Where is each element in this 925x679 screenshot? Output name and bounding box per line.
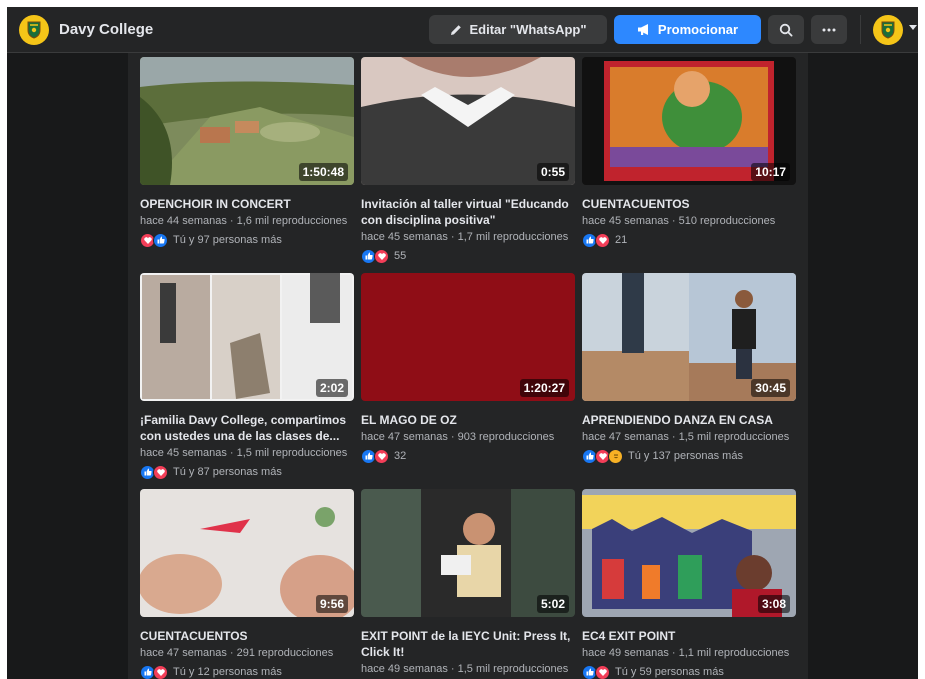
- video-title[interactable]: CUENTACUENTOS: [140, 628, 354, 644]
- video-card[interactable]: 9:56 CUENTACUENTOS hace 47 semanas · 291…: [140, 489, 354, 679]
- reaction-summary[interactable]: Tú y 12 personas más: [140, 663, 354, 679]
- video-duration: 1:50:48: [298, 163, 348, 181]
- video-thumbnail[interactable]: 5:02: [361, 489, 575, 617]
- more-options-button[interactable]: [811, 15, 847, 44]
- love-icon: [595, 232, 610, 248]
- megaphone-icon: [637, 24, 648, 35]
- video-card[interactable]: 1:50:48 OPENCHOIR IN CONCERT hace 44 sem…: [140, 57, 354, 249]
- header-divider: [860, 15, 861, 44]
- reaction-summary[interactable]: 21: [582, 231, 796, 249]
- pencil-icon: [451, 24, 462, 35]
- video-grid: 1:50:48 OPENCHOIR IN CONCERT hace 44 sem…: [128, 53, 808, 679]
- video-title[interactable]: EC4 EXIT POINT: [582, 628, 796, 644]
- care-icon: [608, 448, 623, 464]
- love-icon: [153, 664, 168, 679]
- video-card[interactable]: 2:02 ¡Familia Davy College, compartimos …: [140, 273, 354, 481]
- video-thumbnail[interactable]: 9:56: [140, 489, 354, 617]
- video-meta: hace 47 semanas · 903 reproducciones: [361, 431, 555, 443]
- reaction-summary[interactable]: Tú y 137 personas más: [582, 447, 796, 465]
- video-thumbnail[interactable]: 30:45: [582, 273, 796, 401]
- video-title[interactable]: EXIT POINT de la IEYC Unit: Press It, Cl…: [361, 628, 575, 660]
- reaction-summary[interactable]: Tú y 87 personas más: [140, 463, 354, 481]
- reaction-count: 55: [394, 250, 407, 262]
- video-card[interactable]: 3:08 EC4 EXIT POINT hace 49 semanas · 1,…: [582, 489, 796, 679]
- video-card[interactable]: 1:20:27 EL MAGO DE OZ hace 47 semanas · …: [361, 273, 575, 465]
- page-logo-icon[interactable]: [19, 15, 49, 45]
- video-thumbnail[interactable]: 3:08: [582, 489, 796, 617]
- edit-button-label: Editar "WhatsApp": [469, 22, 587, 37]
- video-title[interactable]: OPENCHOIR IN CONCERT: [140, 196, 354, 212]
- reaction-count: 32: [394, 450, 407, 462]
- video-meta: hace 47 semanas · 291 reproducciones: [140, 647, 334, 659]
- video-meta: hace 44 semanas · 1,6 mil reproducciones: [140, 215, 348, 227]
- video-thumbnail[interactable]: 2:02: [140, 273, 354, 401]
- love-icon: [153, 464, 168, 480]
- video-duration: 3:08: [757, 595, 790, 613]
- love-icon: [374, 248, 389, 264]
- video-duration: 2:02: [315, 379, 348, 397]
- video-thumbnail[interactable]: 1:50:48: [140, 57, 354, 185]
- reaction-summary[interactable]: 55: [361, 247, 575, 265]
- search-button[interactable]: [768, 15, 804, 44]
- video-card[interactable]: 0:55 Invitación al taller virtual "Educa…: [361, 57, 575, 265]
- avatar[interactable]: [873, 15, 903, 45]
- promote-button[interactable]: Promocionar: [614, 15, 761, 44]
- video-thumbnail[interactable]: 1:20:27: [361, 273, 575, 401]
- edit-whatsapp-button[interactable]: Editar "WhatsApp": [429, 15, 607, 44]
- love-icon: [374, 448, 389, 464]
- love-icon: [595, 664, 610, 679]
- reaction-count: 21: [615, 234, 628, 246]
- reaction-summary[interactable]: Tú y 59 personas más: [582, 663, 796, 679]
- video-meta: hace 47 semanas · 1,5 mil reproducciones: [582, 431, 790, 443]
- video-meta: hace 49 semanas · 1,5 mil reproducciones: [361, 663, 569, 675]
- reaction-count: Tú y 97 personas más: [173, 234, 282, 246]
- video-title[interactable]: CUENTACUENTOS: [582, 196, 796, 212]
- video-duration: 10:17: [751, 163, 790, 181]
- video-duration: 0:55: [536, 163, 569, 181]
- search-icon: [779, 23, 793, 36]
- video-card[interactable]: 10:17 CUENTACUENTOS hace 45 semanas · 51…: [582, 57, 796, 249]
- video-card[interactable]: 30:45 APRENDIENDO DANZA EN CASA hace 47 …: [582, 273, 796, 465]
- video-meta: hace 49 semanas · 1,1 mil reproducciones: [582, 647, 790, 659]
- video-meta: hace 45 semanas · 1,5 mil reproducciones: [140, 447, 348, 459]
- chevron-down-icon[interactable]: [909, 25, 917, 30]
- reaction-count: Tú y 59 personas más: [615, 666, 724, 678]
- video-title[interactable]: ¡Familia Davy College, compartimos con u…: [140, 412, 354, 444]
- video-title[interactable]: EL MAGO DE OZ: [361, 412, 575, 428]
- video-duration: 5:02: [536, 595, 569, 613]
- top-bar: Davy College Editar "WhatsApp" Promocion…: [7, 7, 918, 53]
- video-duration: 30:45: [751, 379, 790, 397]
- video-duration: 1:20:27: [519, 379, 569, 397]
- video-thumbnail[interactable]: 0:55: [361, 57, 575, 185]
- video-meta: hace 45 semanas · 1,7 mil reproducciones: [361, 231, 569, 243]
- like-icon: [153, 232, 168, 248]
- video-title[interactable]: Invitación al taller virtual "Educando c…: [361, 196, 575, 228]
- video-duration: 9:56: [315, 595, 348, 613]
- reaction-summary[interactable]: 32: [361, 447, 575, 465]
- video-title[interactable]: APRENDIENDO DANZA EN CASA: [582, 412, 796, 428]
- video-thumbnail[interactable]: 10:17: [582, 57, 796, 185]
- reaction-count: Tú y 87 personas más: [173, 466, 282, 478]
- page-title[interactable]: Davy College: [59, 21, 153, 38]
- video-meta: hace 45 semanas · 510 reproducciones: [582, 215, 776, 227]
- account-switcher[interactable]: [873, 15, 903, 45]
- reaction-summary[interactable]: Tú y 97 personas más: [140, 231, 354, 249]
- reaction-count: Tú y 137 personas más: [628, 450, 743, 462]
- promote-button-label: Promocionar: [657, 22, 739, 37]
- ellipsis-icon: [822, 28, 836, 31]
- reaction-count: Tú y 12 personas más: [173, 666, 282, 678]
- app-frame: Davy College Editar "WhatsApp" Promocion…: [7, 7, 918, 679]
- video-card[interactable]: 5:02 EXIT POINT de la IEYC Unit: Press I…: [361, 489, 575, 679]
